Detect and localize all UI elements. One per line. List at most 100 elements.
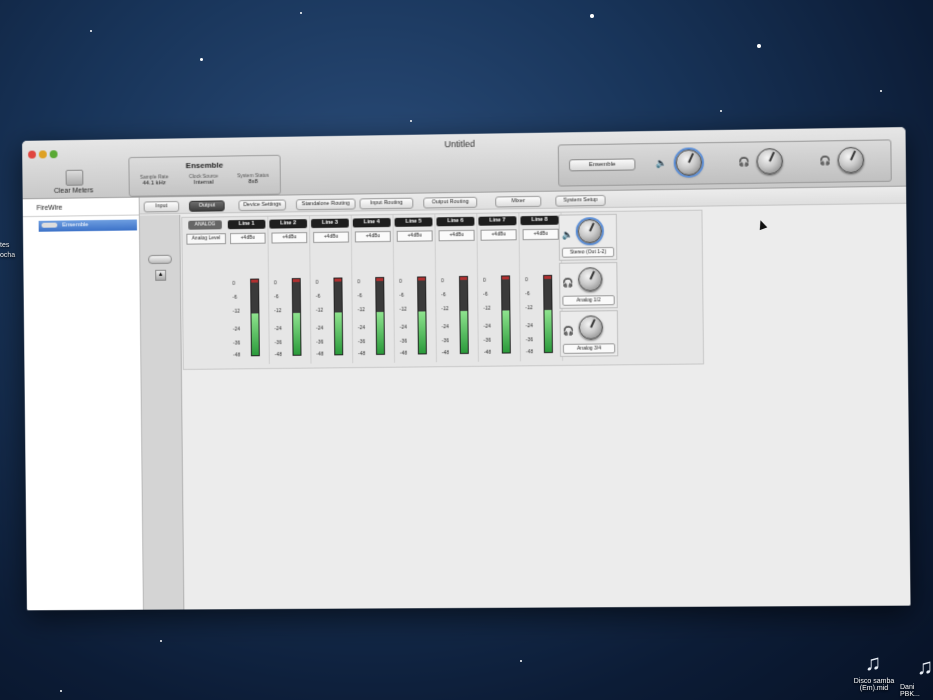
channel-name: Line 6 xyxy=(436,216,475,227)
meter-scale-tick: -6 xyxy=(399,292,404,299)
knob-pointer xyxy=(589,222,595,232)
level-meter xyxy=(250,278,260,357)
sidebar-item-ensemble[interactable]: Ensemble xyxy=(38,219,138,232)
stat-system-status: System Status 8x8 xyxy=(230,173,276,186)
music-file-icon[interactable]: ♫ xyxy=(912,654,933,680)
monitor-panel: Ensemble 🔈 🎧 🎧 xyxy=(557,139,892,187)
device-pill-icon xyxy=(41,222,58,228)
channel-level-select[interactable]: +4dBu xyxy=(271,232,308,244)
level-meter-fill xyxy=(293,313,301,355)
clear-meters-label[interactable]: Clear Meters xyxy=(54,187,93,195)
channel-level-select[interactable]: +4dBu xyxy=(522,228,559,241)
star xyxy=(60,690,62,692)
tab-output[interactable]: Output xyxy=(188,200,225,212)
music-file-icon[interactable]: ♫ xyxy=(860,650,886,676)
tab-system-setup[interactable]: System Setup xyxy=(555,194,606,207)
desktop-file-label[interactable]: Dani PBK... xyxy=(900,684,933,698)
meter-scale-tick: -48 xyxy=(233,352,241,359)
tab-input[interactable]: Input xyxy=(143,201,180,213)
meter-scale-tick: -12 xyxy=(232,308,240,315)
meter-scale-tick: -12 xyxy=(483,305,491,312)
channel-strip: Line 8 +4dBu 0 -6 -12 -24 -36 -48 xyxy=(518,212,564,362)
meter-scale-tick: -48 xyxy=(483,349,492,356)
meter-scale-tick: 0 xyxy=(232,280,236,287)
channel-strip: Line 4 +4dBu 0 -6 -12 -24 -36 -48 xyxy=(350,214,396,364)
star xyxy=(410,120,412,122)
analog-level-label: Analog Level xyxy=(186,233,227,245)
tab-input-routing[interactable]: Input Routing xyxy=(359,197,414,210)
headphones-icon: 🎧 xyxy=(738,156,750,167)
device-info-panel: Ensemble Sample Rate 44.1 kHz Clock Sour… xyxy=(128,154,281,197)
speaker-icon: 🔈 xyxy=(655,157,667,169)
section-tag: ANALOG xyxy=(188,220,222,230)
star xyxy=(300,12,302,14)
meter-scale-tick: -6 xyxy=(315,293,321,300)
headphone-1-knob[interactable] xyxy=(756,148,784,175)
headphones-icon: 🎧 xyxy=(819,155,831,166)
meter-scale-tick: -6 xyxy=(232,294,237,301)
meter-scale-tick: -24 xyxy=(441,324,449,331)
peak-indicator xyxy=(502,276,510,280)
star xyxy=(160,640,162,642)
analog-3-4-knob[interactable] xyxy=(578,315,604,340)
meter-scale-tick: -36 xyxy=(441,338,449,345)
left-control-strip: ▲ xyxy=(139,214,185,610)
lock-icon[interactable]: ▲ xyxy=(155,269,167,281)
meter-scale-tick: -6 xyxy=(441,292,446,299)
sidebar: FireWire Ensemble xyxy=(22,197,144,611)
meter-scale-tick: -48 xyxy=(441,350,450,357)
channel-level-select[interactable]: +4dBu xyxy=(480,229,517,241)
meter-scale-tick: 0 xyxy=(483,277,486,284)
tab-mixer[interactable]: Mixer xyxy=(495,195,542,208)
main-volume-knob[interactable] xyxy=(675,149,703,176)
channel-level-select[interactable]: +4dBu xyxy=(313,231,349,243)
desktop-label[interactable]: tes xyxy=(0,242,9,249)
stat-clock-source: Clock Source Internal xyxy=(181,173,227,186)
tab-standalone-routing[interactable]: Standalone Routing xyxy=(295,198,356,211)
peak-indicator xyxy=(460,276,468,281)
channel-name: Line 7 xyxy=(478,216,517,226)
level-meter-fill xyxy=(460,311,468,354)
stereo-out-knob[interactable] xyxy=(577,219,603,244)
meter-scale-tick: -36 xyxy=(399,338,408,345)
headphone-2-knob[interactable] xyxy=(837,146,865,174)
tab-device-settings[interactable]: Device Settings xyxy=(238,199,287,212)
knob-pointer xyxy=(590,318,596,328)
meter-scale-tick: 0 xyxy=(399,278,402,285)
meter-scale-tick: -48 xyxy=(274,351,282,359)
level-meter-fill xyxy=(418,311,426,354)
meter-scale-tick: -36 xyxy=(274,340,282,347)
channel-level-select[interactable]: +4dBu xyxy=(229,232,266,245)
output-analog-3-4: 🎧 Analog 3/4 xyxy=(559,310,619,357)
meter-scale-tick: -36 xyxy=(357,339,366,346)
channel-strip: Line 1 +4dBu 0 -6 -12 -24 -36 -48 xyxy=(225,216,270,365)
device-name: Ensemble xyxy=(185,160,224,171)
tab-output-routing[interactable]: Output Routing xyxy=(423,196,478,209)
star xyxy=(90,30,92,32)
channel-name: Line 2 xyxy=(269,219,308,229)
output-analog-1-2: 🎧 Analog 1/2 xyxy=(559,262,618,309)
desktop-label[interactable]: ocha xyxy=(0,252,15,259)
level-meter-fill xyxy=(544,310,552,353)
analog-1-2-knob[interactable] xyxy=(578,267,603,292)
meter-scale-tick: -12 xyxy=(274,308,282,315)
star xyxy=(757,44,761,48)
meter-scale-tick: -48 xyxy=(358,351,366,358)
link-toggle[interactable] xyxy=(148,254,172,265)
level-meter-fill xyxy=(251,313,259,356)
peak-indicator xyxy=(544,275,552,279)
channel-strip: Line 6 +4dBu 0 -6 -12 -24 -36 -48 xyxy=(434,213,479,363)
level-meter xyxy=(501,275,511,354)
channel-level-select[interactable]: +4dBu xyxy=(438,229,475,242)
desktop-file-label[interactable]: Disco samba (Em).mid xyxy=(846,678,902,692)
channel-level-select[interactable]: +4dBu xyxy=(354,230,391,243)
channel-strip: Line 3 +4dBu 0 -6 -12 -24 -36 -48 xyxy=(308,215,354,364)
channel-level-select[interactable]: +4dBu xyxy=(396,230,433,242)
monitor-device-button[interactable]: Ensemble xyxy=(568,158,636,172)
meter-scale-tick: -24 xyxy=(399,324,407,331)
meter-scale-tick: -6 xyxy=(274,294,279,301)
meter-scale-tick: 0 xyxy=(441,278,444,285)
clear-meters-icon[interactable] xyxy=(65,169,84,186)
knob-pointer xyxy=(850,150,857,161)
level-meter-fill xyxy=(502,310,510,353)
